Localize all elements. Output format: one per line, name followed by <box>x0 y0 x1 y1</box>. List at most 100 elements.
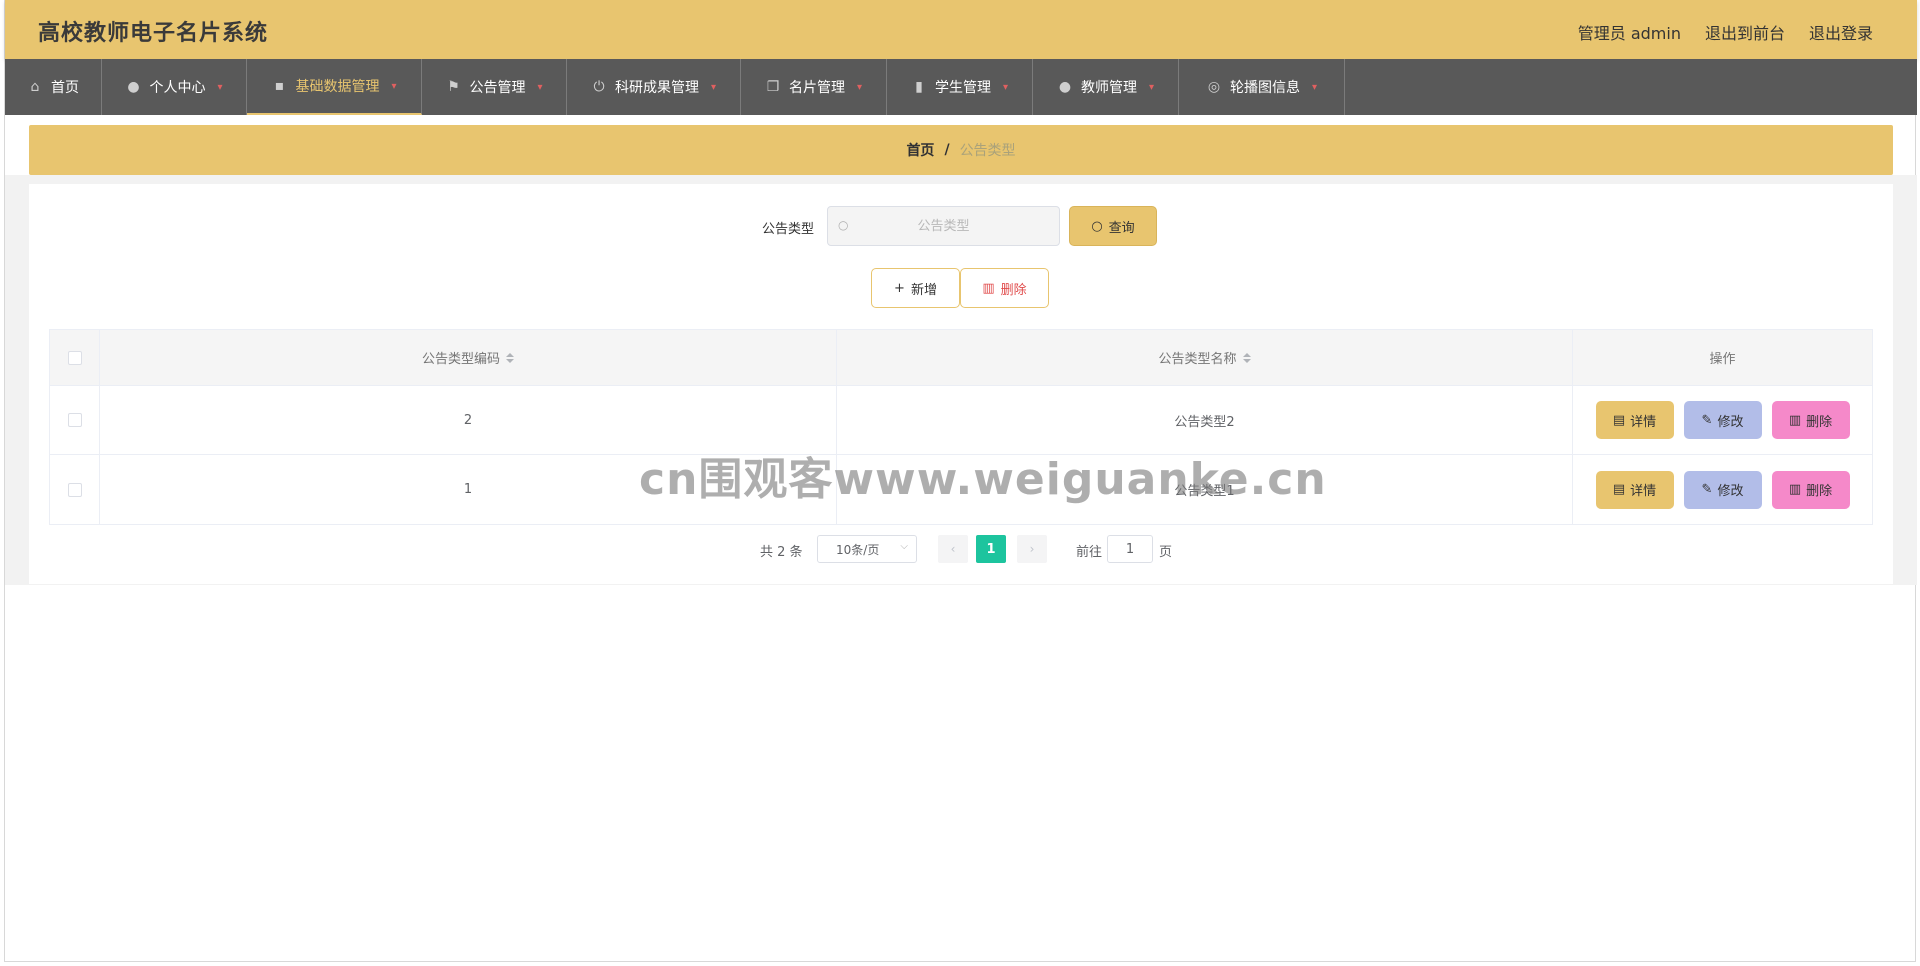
chevron-right-icon: › <box>1029 542 1035 556</box>
add-button-label: 新增 <box>910 282 937 298</box>
pencil-icon: ✎ <box>1701 482 1713 497</box>
chevron-down-icon: ⌵ <box>900 541 908 552</box>
app-window: 高校教师电子名片系统 管理员 admin 退出到前台 退出登录 ⌂ 首页 ● 个… <box>4 0 1917 962</box>
goto-label: 前往 <box>1076 545 1103 560</box>
page-size-select[interactable]: 10条/页 ⌵ <box>817 535 917 563</box>
bulk-delete-button[interactable]: ▥ 删除 <box>960 268 1049 308</box>
target-icon: ◎ <box>1207 79 1221 95</box>
column-header-name[interactable]: 公告类型名称 <box>837 330 1573 385</box>
nav-item-research[interactable]: ⏻ 科研成果管理 ▾ <box>567 59 741 115</box>
breadcrumb-home[interactable]: 首页 <box>906 140 934 160</box>
column-header-code[interactable]: 公告类型编码 <box>100 330 837 385</box>
sort-icon[interactable] <box>1242 352 1251 363</box>
delete-button-label: 删除 <box>1000 282 1027 298</box>
pagination-total: 共 2 条 <box>760 545 803 560</box>
nav-item-label: 轮播图信息 <box>1229 80 1300 96</box>
breadcrumb-separator: / <box>944 142 950 158</box>
chevron-down-icon: ▾ <box>537 81 543 93</box>
row-checkbox-cell <box>50 455 100 524</box>
document-icon: ▤ <box>1612 412 1626 428</box>
plus-icon: + <box>894 280 905 296</box>
breadcrumb: 首页 / 公告类型 <box>29 125 1893 175</box>
detail-button-label: 详情 <box>1630 414 1657 430</box>
trash-icon: ▥ <box>1788 482 1802 497</box>
nav-item-label: 科研成果管理 <box>614 80 699 96</box>
nav-item-home[interactable]: ⌂ 首页 <box>5 59 102 115</box>
cell-actions: ▤ 详情 ✎ 修改 ▥ 删除 <box>1573 455 1872 524</box>
nav-item-basic-data[interactable]: ▪ 基础数据管理 ▾ <box>247 59 422 115</box>
clipboard-icon: ▮ <box>915 79 923 95</box>
chevron-down-icon: ▾ <box>217 81 223 93</box>
search-field[interactable]: ○ <box>827 206 1060 246</box>
nav-item-label: 名片管理 <box>788 80 845 96</box>
page-suffix-label: 页 <box>1159 545 1173 560</box>
nav-item-carousel[interactable]: ◎ 轮播图信息 ▾ <box>1179 59 1345 115</box>
chevron-down-icon: ▾ <box>391 80 397 92</box>
query-button-label: 查询 <box>1108 220 1135 236</box>
column-header-actions: 操作 <box>1573 330 1872 385</box>
header-checkbox-cell <box>50 330 100 385</box>
row-checkbox[interactable] <box>67 413 82 427</box>
page-number-button[interactable]: 1 <box>976 535 1006 563</box>
chevron-down-icon: ▾ <box>1002 81 1009 93</box>
search-label: 公告类型 <box>762 222 815 237</box>
copy-icon: ❐ <box>766 79 780 95</box>
detail-button[interactable]: ▤ 详情 <box>1595 401 1674 439</box>
detail-button[interactable]: ▤ 详情 <box>1595 470 1674 509</box>
next-page-button[interactable]: › <box>1017 535 1047 563</box>
trash-icon: ▥ <box>982 280 995 296</box>
column-header-label: 公告类型名称 <box>1158 352 1237 367</box>
search-form: 公告类型 ○ ○ 查询 <box>29 206 1893 246</box>
nav-item-label: 个人中心 <box>149 80 206 96</box>
power-icon: ⏻ <box>593 79 605 95</box>
nav-item-notice[interactable]: ⚑ 公告管理 ▾ <box>422 59 567 115</box>
sort-icon[interactable] <box>506 352 514 363</box>
chat-icon: ▪ <box>274 78 285 94</box>
nav-item-label: 首页 <box>51 80 79 96</box>
nav-item-business-card[interactable]: ❐ 名片管理 ▾ <box>741 59 887 115</box>
chevron-down-icon: ▾ <box>1148 81 1155 93</box>
add-button[interactable]: + 新增 <box>871 268 960 308</box>
chevron-down-icon: ▾ <box>710 81 717 93</box>
action-buttons: + 新增 ▥ 删除 <box>29 268 1893 308</box>
logout-link[interactable]: 退出登录 <box>1809 20 1873 44</box>
document-icon: ▤ <box>1612 482 1626 497</box>
column-header-label: 公告类型编码 <box>421 352 500 367</box>
delete-button[interactable]: ▥ 删除 <box>1771 470 1850 509</box>
delete-button[interactable]: ▥ 删除 <box>1771 401 1850 439</box>
search-input[interactable] <box>828 207 1059 245</box>
delete-button-label: 删除 <box>1806 414 1833 430</box>
query-button[interactable]: ○ 查询 <box>1069 206 1157 246</box>
row-checkbox-cell <box>50 386 100 454</box>
edit-button[interactable]: ✎ 修改 <box>1683 470 1762 509</box>
top-header: 高校教师电子名片系统 管理员 admin 退出到前台 退出登录 <box>5 0 1917 59</box>
goto-page-input[interactable] <box>1107 535 1153 563</box>
nav-item-student[interactable]: ▮ 学生管理 ▾ <box>887 59 1033 115</box>
nav-item-teacher[interactable]: ● 教师管理 ▾ <box>1033 59 1179 115</box>
user-icon: ● <box>1058 79 1072 95</box>
nav-item-label: 教师管理 <box>1080 80 1137 96</box>
delete-button-label: 删除 <box>1806 484 1833 499</box>
exit-to-frontend-link[interactable]: 退出到前台 <box>1705 20 1785 44</box>
table-header: 公告类型编码 公告类型名称 操作 <box>50 330 1872 386</box>
cell-actions: ▤ 详情 ✎ 修改 ▥ 删除 <box>1573 386 1872 454</box>
edit-button-label: 修改 <box>1717 484 1744 499</box>
chevron-down-icon: ▾ <box>856 81 863 93</box>
nav-item-personal-center[interactable]: ● 个人中心 ▾ <box>102 59 247 115</box>
edit-button[interactable]: ✎ 修改 <box>1683 401 1762 439</box>
detail-button-label: 详情 <box>1630 484 1657 499</box>
nav-item-label: 学生管理 <box>934 80 991 96</box>
breadcrumb-current: 公告类型 <box>959 143 1016 159</box>
page-size-value: 10条/页 <box>836 542 880 557</box>
user-icon: ● <box>127 79 140 95</box>
admin-user-label[interactable]: 管理员 admin <box>1578 20 1681 44</box>
select-all-checkbox[interactable] <box>67 350 82 365</box>
search-icon: ○ <box>1091 218 1103 234</box>
prev-page-button[interactable]: ‹ <box>938 535 968 563</box>
chevron-left-icon: ‹ <box>950 542 956 556</box>
nav-item-label: 基础数据管理 <box>295 79 380 95</box>
row-checkbox[interactable] <box>67 482 82 497</box>
pagination: 共 2 条 10条/页 ⌵ ‹ 1 › 前往 页 <box>29 535 1893 563</box>
content-panel: 公告类型 ○ ○ 查询 + 新增 ▥ 删除 <box>29 184 1893 584</box>
home-icon: ⌂ <box>30 79 40 95</box>
